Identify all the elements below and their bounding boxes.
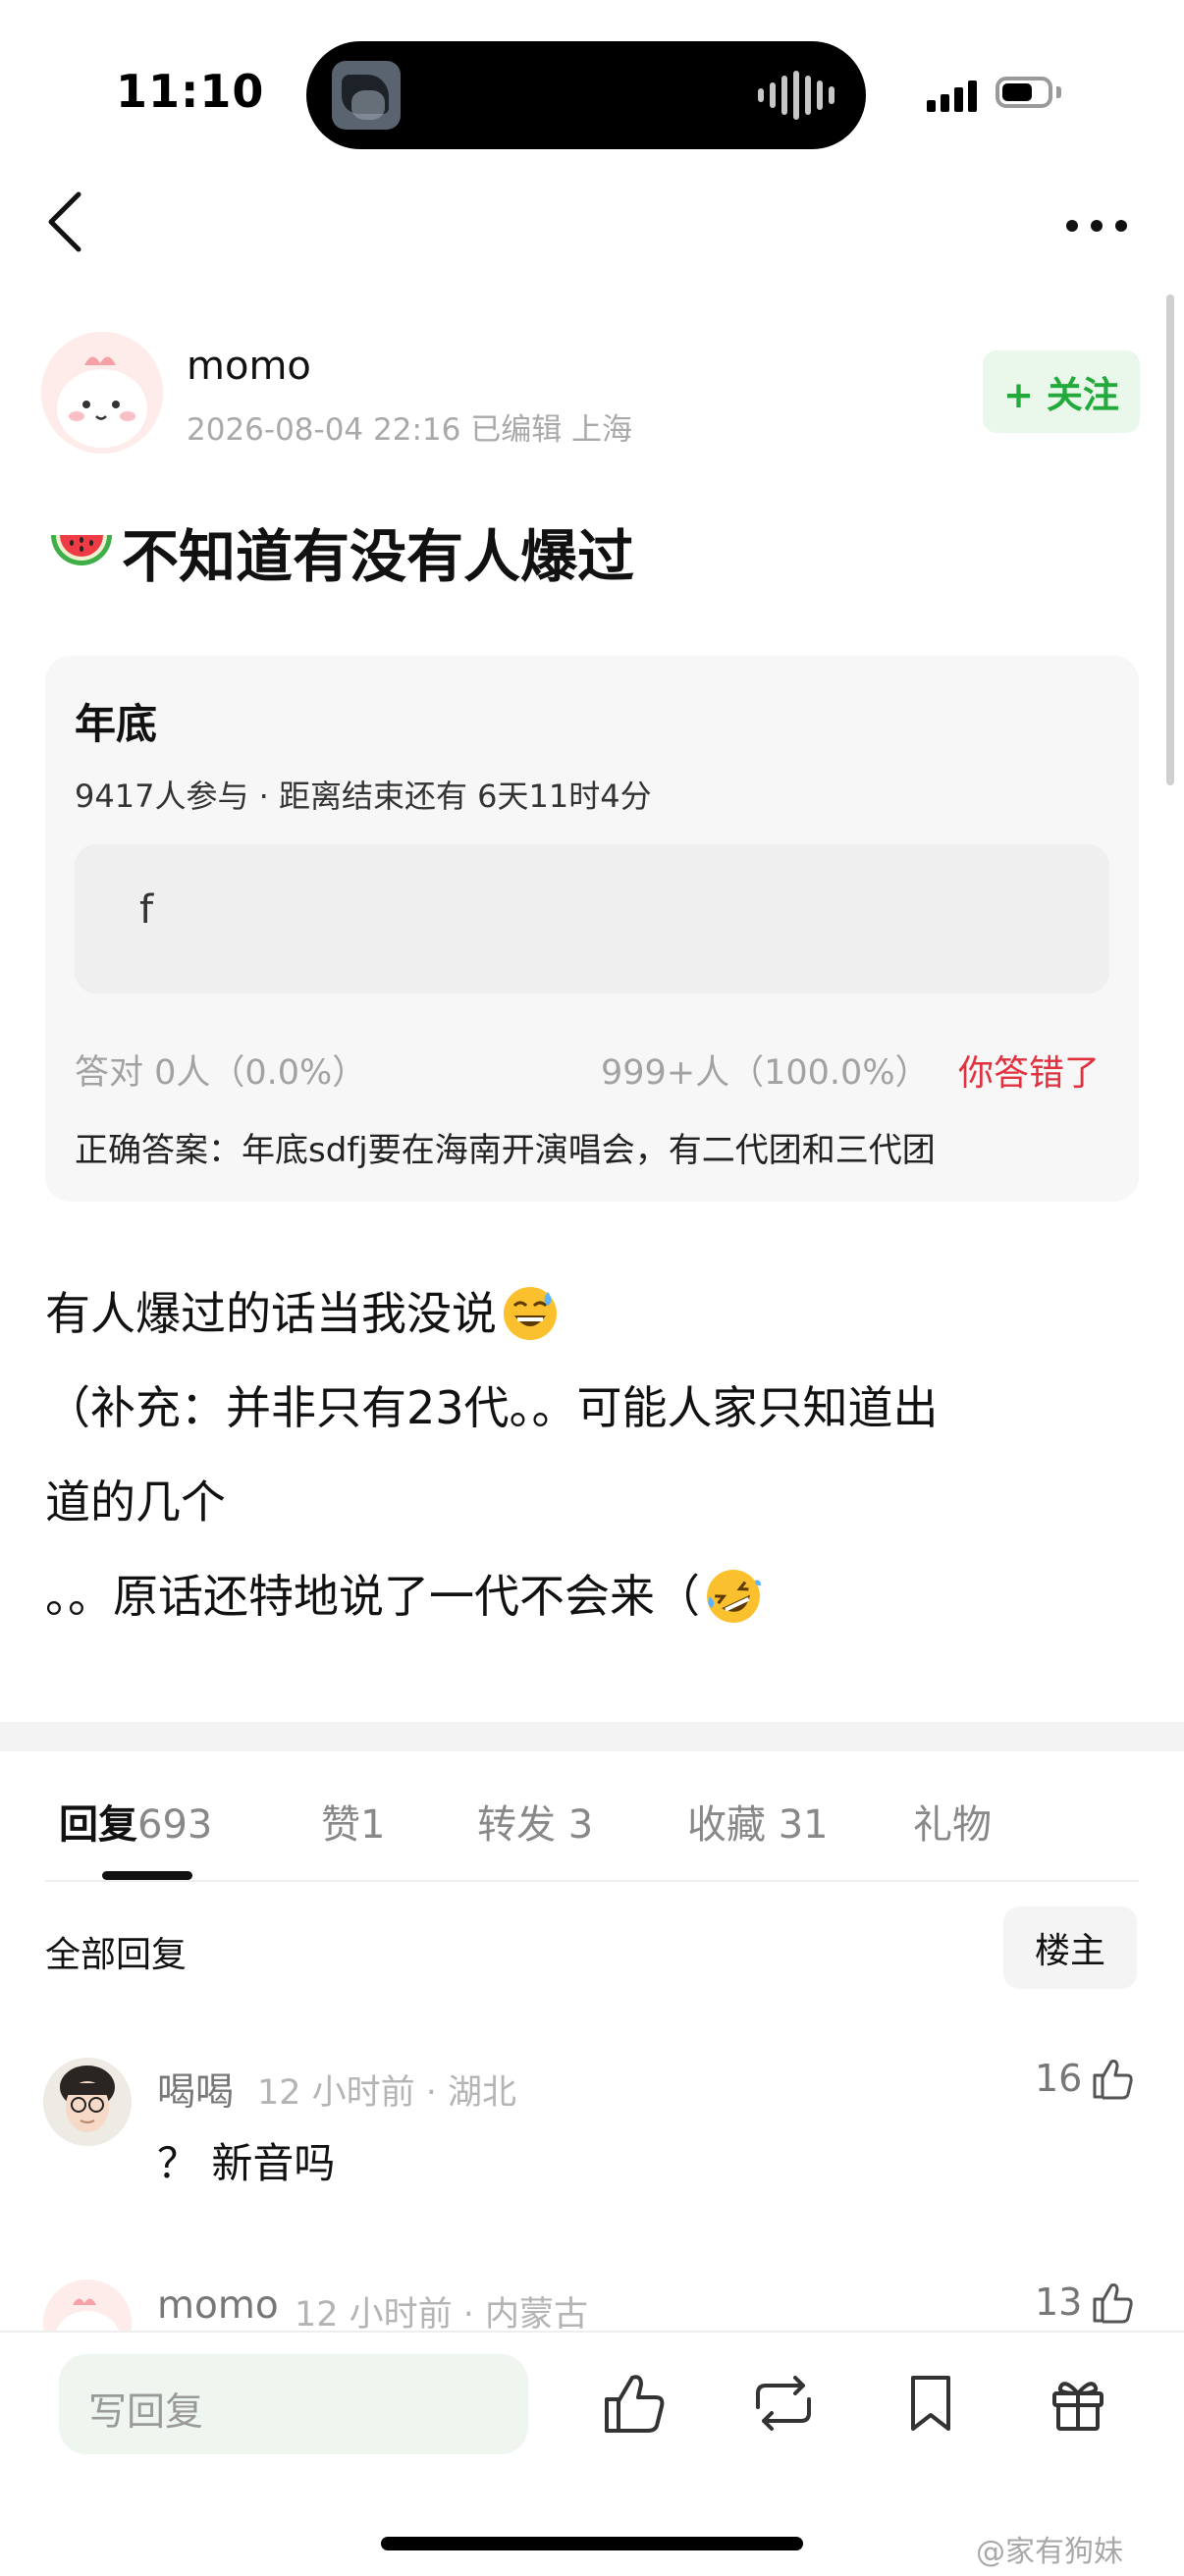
commenter-avatar[interactable] bbox=[43, 2058, 132, 2146]
now-playing-thumbnail bbox=[332, 61, 401, 130]
comment-meta: 12 小时前 · 内蒙古 bbox=[295, 2295, 589, 2334]
audio-waveform-icon bbox=[758, 71, 834, 120]
rolling-laughing-emoji-icon bbox=[707, 1570, 761, 1623]
quiz-card: 年底 9417人参与 · 距离结束还有 6天11时4分 f 答对 0人（0.0%… bbox=[45, 656, 1139, 1202]
battery-tip bbox=[1056, 86, 1061, 98]
post-body-line: 有人爆过的话当我没说 bbox=[45, 1266, 1139, 1361]
comment-like-button[interactable]: 16 bbox=[1035, 2056, 1135, 2101]
post-body-line: 道的几个 bbox=[45, 1476, 226, 1529]
active-tab-indicator bbox=[102, 1871, 192, 1880]
tab-reposts[interactable]: 转发 3 bbox=[477, 1793, 593, 1850]
comment-like-count: 16 bbox=[1035, 2057, 1083, 2100]
bookmark-icon[interactable] bbox=[895, 2368, 966, 2439]
more-options-icon[interactable] bbox=[1062, 206, 1131, 245]
scrollbar[interactable] bbox=[1166, 295, 1174, 785]
all-replies-label[interactable]: 全部回复 bbox=[45, 1926, 187, 1977]
thumbs-up-icon bbox=[1093, 2060, 1134, 2100]
thumbs-up-icon bbox=[1093, 2283, 1134, 2324]
post-body: 有人爆过的话当我没说 （补充：并非只有23代。。可能人家只知道出 道的几个 。。… bbox=[45, 1266, 1139, 1643]
grinning-sweat-emoji-icon bbox=[504, 1287, 557, 1340]
gift-icon[interactable] bbox=[1043, 2368, 1113, 2439]
reply-placeholder: 写回复 bbox=[88, 2390, 204, 2435]
back-chevron-icon[interactable] bbox=[39, 187, 98, 257]
quiz-title: 年底 bbox=[75, 700, 158, 748]
quiz-option[interactable]: f bbox=[75, 844, 1109, 993]
follow-button[interactable]: + 关注 bbox=[983, 350, 1140, 433]
status-time: 11:10 bbox=[116, 65, 265, 118]
post-body-line: （补充：并非只有23代。。可能人家只知道出 bbox=[45, 1381, 939, 1434]
quiz-result-status: 你答错了 bbox=[958, 1053, 1101, 1094]
author-avatar[interactable] bbox=[41, 332, 163, 454]
quiz-wrong-stat: 999+人（100.0%） bbox=[601, 1053, 930, 1093]
quiz-option-label: f bbox=[139, 887, 154, 933]
tab-likes[interactable]: 赞1 bbox=[321, 1793, 385, 1850]
comment-text: ？ 新音吗 bbox=[157, 2139, 336, 2187]
comment-meta: 12 小时前 · 湖北 bbox=[257, 2073, 517, 2113]
tabs-divider bbox=[45, 1880, 1139, 1882]
owner-only-filter-button[interactable]: 楼主 bbox=[1003, 1906, 1137, 1989]
home-indicator[interactable] bbox=[381, 2537, 803, 2550]
like-icon[interactable] bbox=[599, 2368, 670, 2439]
section-divider bbox=[0, 1722, 1184, 1751]
tab-gifts[interactable]: 礼物 bbox=[913, 1793, 992, 1850]
quiz-correct-answer: 正确答案：年底sdfj要在海南开演唱会，有二代团和三代团 bbox=[75, 1131, 936, 1170]
cellular-signal-icon bbox=[927, 79, 977, 112]
repost-icon[interactable] bbox=[748, 2368, 819, 2439]
reply-input[interactable]: 写回复 bbox=[59, 2354, 528, 2454]
post-title-row: 不知道有没有人爆过 bbox=[47, 510, 634, 593]
commenter-name[interactable]: 喝喝 bbox=[157, 2062, 234, 2117]
dynamic-island[interactable] bbox=[306, 41, 866, 149]
quiz-correct-stat: 答对 0人（0.0%） bbox=[75, 1053, 367, 1093]
tab-replies[interactable]: 回复693 bbox=[59, 1793, 212, 1850]
tab-favorites[interactable]: 收藏 31 bbox=[687, 1793, 829, 1850]
comment-like-count: 13 bbox=[1035, 2281, 1083, 2324]
quiz-meta: 9417人参与 · 距离结束还有 6天11时4分 bbox=[75, 778, 652, 815]
watermelon-icon bbox=[51, 535, 112, 565]
author-name[interactable]: momo bbox=[187, 344, 311, 389]
commenter-name[interactable]: momo bbox=[157, 2283, 279, 2328]
post-meta: 2026-08-04 22:16 已编辑 上海 bbox=[187, 412, 633, 448]
post-title: 不知道有没有人爆过 bbox=[122, 523, 635, 590]
watermark: @家有狗妹 bbox=[976, 2535, 1123, 2569]
battery-icon bbox=[996, 77, 1052, 108]
comment-like-button[interactable]: 13 bbox=[1035, 2280, 1135, 2325]
post-body-line: 。。原话还特地说了一代不会来（ bbox=[45, 1549, 1139, 1643]
